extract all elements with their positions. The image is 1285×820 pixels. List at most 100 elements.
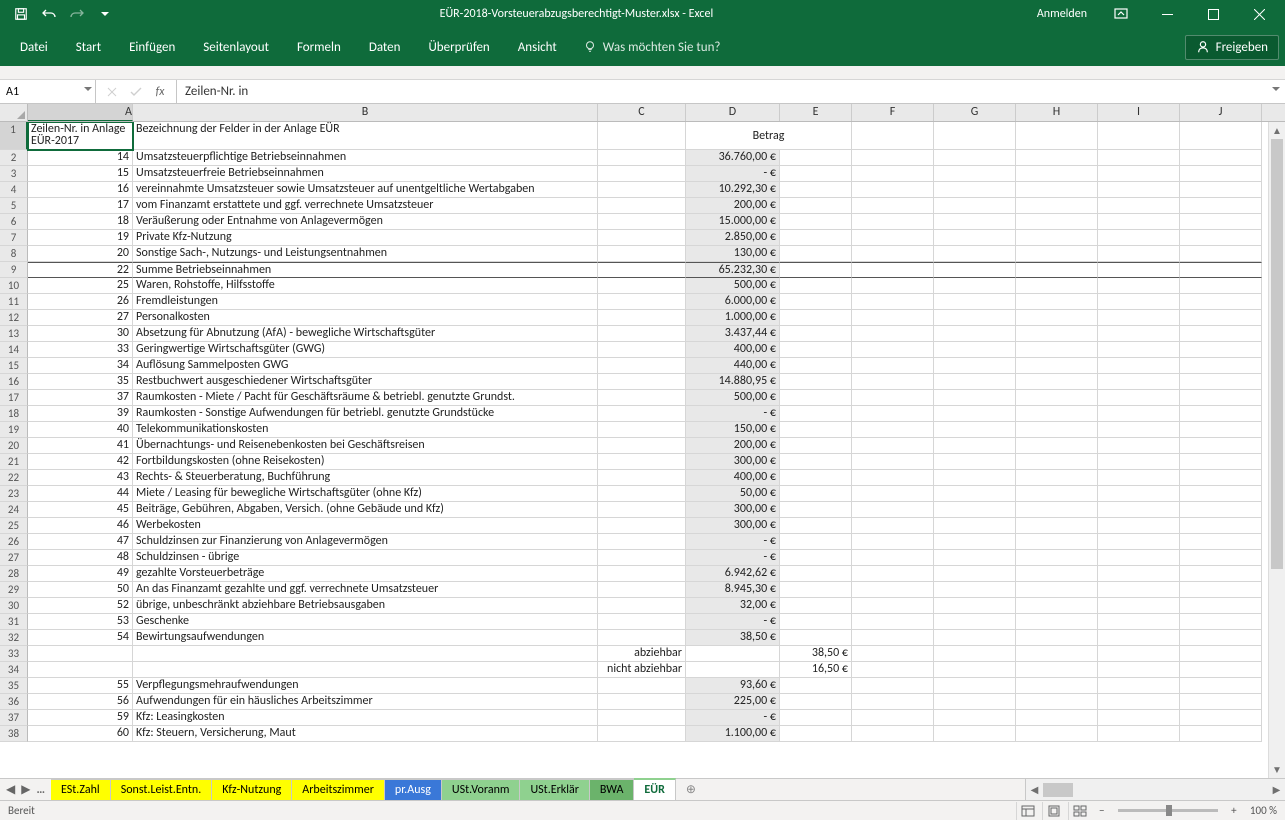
cell-D1[interactable]: Betrag: [686, 122, 852, 150]
cell[interactable]: [780, 310, 852, 326]
sheet-tab[interactable]: pr.Ausg: [385, 779, 442, 800]
cell[interactable]: - €: [686, 406, 780, 422]
col-header-I[interactable]: I: [1098, 104, 1180, 121]
cell[interactable]: 45: [28, 502, 133, 518]
cell[interactable]: Umsatzsteuerfreie Betriebseinnahmen: [133, 166, 598, 182]
cell[interactable]: 300,00 €: [686, 502, 780, 518]
ribbon-tab-datei[interactable]: Datei: [6, 28, 62, 66]
row-header[interactable]: 20: [0, 438, 28, 454]
cell[interactable]: 39: [28, 406, 133, 422]
cell[interactable]: 200,00 €: [686, 438, 780, 454]
row-header[interactable]: 6: [0, 214, 28, 230]
row-header[interactable]: 33: [0, 646, 28, 662]
sheet-tab[interactable]: Kfz-Nutzung: [212, 779, 292, 800]
cell[interactable]: 36.760,00 €: [686, 150, 780, 166]
cell[interactable]: 35: [28, 374, 133, 390]
cell[interactable]: 14: [28, 150, 133, 166]
row-header[interactable]: 28: [0, 566, 28, 582]
ribbon-options-button[interactable]: [1099, 0, 1143, 28]
cell[interactable]: 16: [28, 182, 133, 198]
cell[interactable]: 44: [28, 486, 133, 502]
cell[interactable]: 55: [28, 678, 133, 694]
ribbon-tab-ansicht[interactable]: Ansicht: [504, 28, 571, 66]
normal-view-button[interactable]: [1016, 802, 1040, 820]
row-header[interactable]: 18: [0, 406, 28, 422]
cell[interactable]: 8.945,30 €: [686, 582, 780, 598]
cell[interactable]: 6.000,00 €: [686, 294, 780, 310]
cell[interactable]: [598, 438, 686, 454]
cell[interactable]: 49: [28, 566, 133, 582]
cell[interactable]: [598, 534, 686, 550]
sheet-nav-more[interactable]: …: [36, 783, 45, 797]
cell[interactable]: vereinnahmte Umsatzsteuer sowie Umsatzst…: [133, 182, 598, 198]
cell[interactable]: [133, 662, 598, 678]
cell[interactable]: 52: [28, 598, 133, 614]
row-header[interactable]: 4: [0, 182, 28, 198]
horizontal-scrollbar[interactable]: ◀ ▶: [1025, 779, 1285, 800]
cell[interactable]: [780, 326, 852, 342]
cell[interactable]: [780, 278, 852, 294]
cell[interactable]: Kfz: Steuern, Versicherung, Maut: [133, 726, 598, 742]
cell[interactable]: 93,60 €: [686, 678, 780, 694]
cell[interactable]: 1.000,00 €: [686, 310, 780, 326]
cancel-formula-button[interactable]: [100, 81, 124, 103]
row-header[interactable]: 10: [0, 278, 28, 294]
cell[interactable]: An das Finanzamt gezahlte und ggf. verre…: [133, 582, 598, 598]
cell[interactable]: 400,00 €: [686, 470, 780, 486]
scroll-thumb[interactable]: [1271, 139, 1283, 569]
cell[interactable]: [780, 374, 852, 390]
cell[interactable]: - €: [686, 166, 780, 182]
scroll-down-button[interactable]: ▼: [1269, 761, 1285, 778]
cell[interactable]: [598, 150, 686, 166]
cell[interactable]: [780, 182, 852, 198]
sheet-tab[interactable]: Sonst.Leist.Entn.: [111, 779, 213, 800]
cell[interactable]: [780, 566, 852, 582]
cell[interactable]: 42: [28, 454, 133, 470]
cell[interactable]: 50,00 €: [686, 486, 780, 502]
cell[interactable]: 50: [28, 582, 133, 598]
cell[interactable]: [780, 422, 852, 438]
cell[interactable]: 16,50 €: [780, 662, 852, 678]
cell[interactable]: [598, 198, 686, 214]
cell[interactable]: Personalkosten: [133, 310, 598, 326]
cell[interactable]: 30: [28, 326, 133, 342]
cell[interactable]: 10.292,30 €: [686, 182, 780, 198]
cell[interactable]: [598, 278, 686, 294]
cell[interactable]: [598, 630, 686, 646]
cell[interactable]: Werbekosten: [133, 518, 598, 534]
cell[interactable]: [598, 182, 686, 198]
cell[interactable]: 33: [28, 342, 133, 358]
cell[interactable]: [780, 502, 852, 518]
cell[interactable]: 200,00 €: [686, 198, 780, 214]
cell[interactable]: vom Finanzamt erstattete und ggf. verrec…: [133, 198, 598, 214]
row-header[interactable]: 2: [0, 150, 28, 166]
cell[interactable]: 38,50 €: [686, 630, 780, 646]
cell[interactable]: Bewirtungsaufwendungen: [133, 630, 598, 646]
cell[interactable]: [780, 678, 852, 694]
col-header-E[interactable]: E: [780, 104, 852, 121]
cell[interactable]: Private Kfz-Nutzung: [133, 230, 598, 246]
row-header[interactable]: 29: [0, 582, 28, 598]
cell[interactable]: 225,00 €: [686, 694, 780, 710]
cell[interactable]: [780, 438, 852, 454]
cell[interactable]: 38,50 €: [780, 646, 852, 662]
cell[interactable]: 130,00 €: [686, 246, 780, 262]
enter-formula-button[interactable]: [124, 81, 148, 103]
sheet-tab[interactable]: USt.Voranm: [442, 779, 521, 800]
cell[interactable]: [780, 390, 852, 406]
cell-C1[interactable]: [598, 122, 686, 150]
cell[interactable]: 440,00 €: [686, 358, 780, 374]
cell[interactable]: Übernachtungs- und Reisenebenkosten bei …: [133, 438, 598, 454]
cell[interactable]: [780, 150, 852, 166]
row-header[interactable]: 16: [0, 374, 28, 390]
cell[interactable]: [598, 166, 686, 182]
cell[interactable]: Summe Betriebseinnahmen: [133, 262, 598, 278]
cell[interactable]: Rechts- & Steuerberatung, Buchführung: [133, 470, 598, 486]
cell[interactable]: [686, 646, 780, 662]
sheet-tab[interactable]: BWA: [590, 779, 634, 800]
cell[interactable]: 53: [28, 614, 133, 630]
col-header-B[interactable]: B: [133, 104, 598, 121]
cell[interactable]: 32,00 €: [686, 598, 780, 614]
sheet-nav-prev[interactable]: ◀: [6, 782, 15, 797]
cell[interactable]: [780, 630, 852, 646]
